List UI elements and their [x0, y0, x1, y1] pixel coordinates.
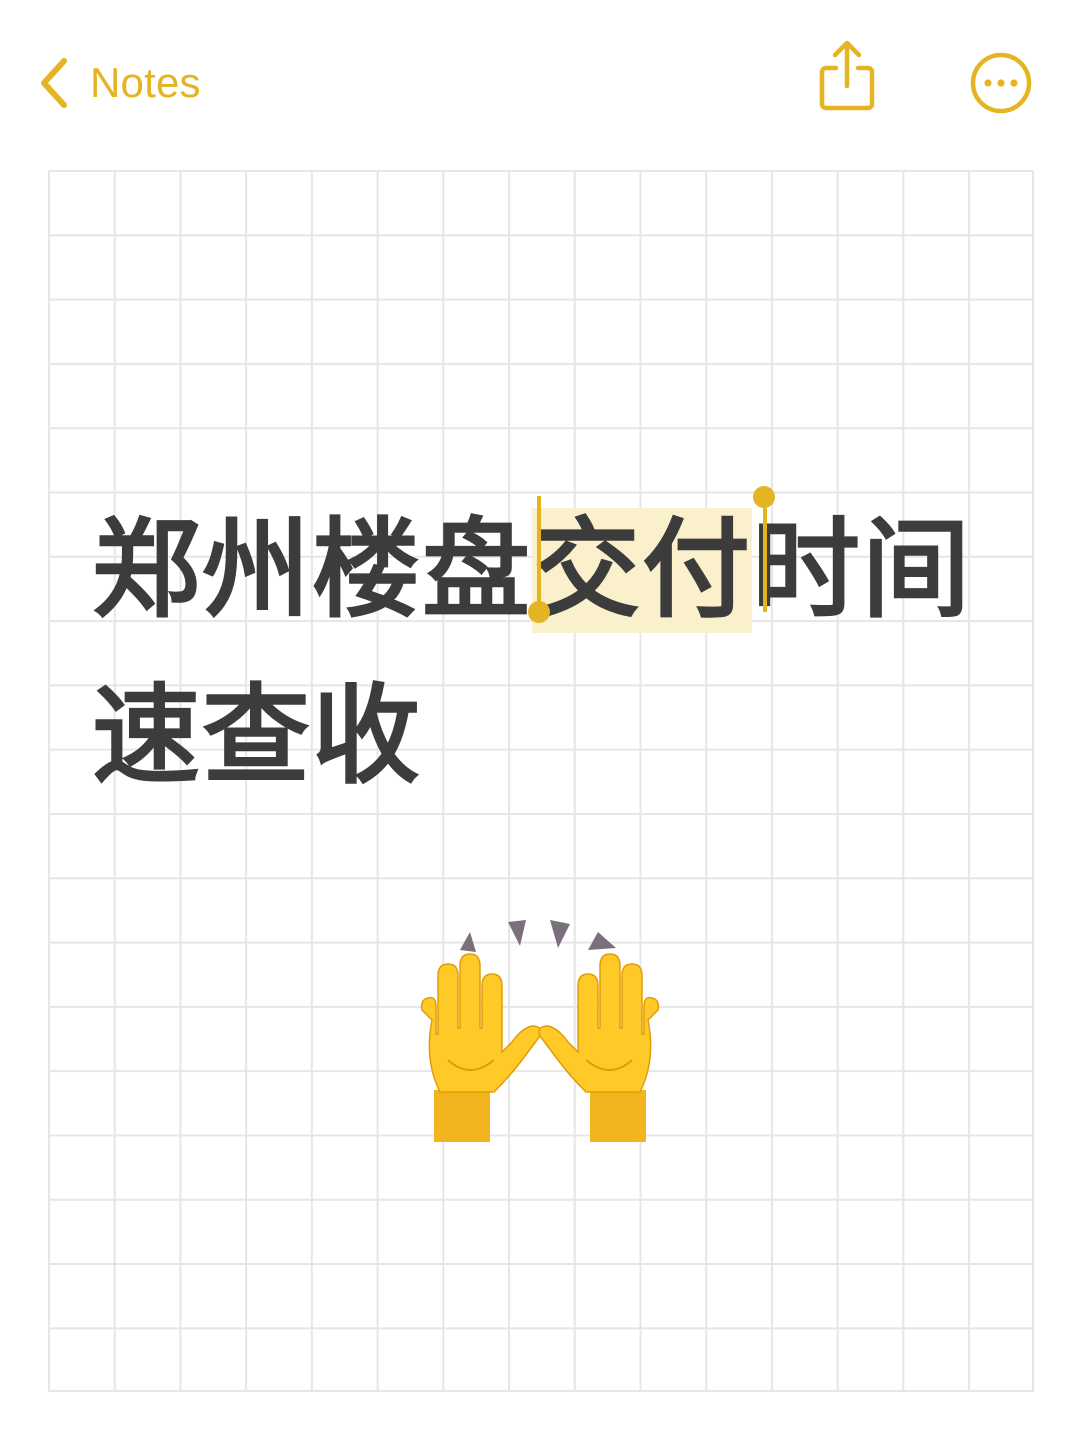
share-icon: [814, 40, 880, 118]
note-text-before-selection: 郑州楼盘: [92, 508, 533, 633]
selection-end-handle[interactable]: [753, 486, 775, 508]
notes-page: Notes 郑州楼盘交付时间 速查收: [0, 0, 1080, 1440]
more-options-button[interactable]: [968, 50, 1034, 116]
note-line-1: 郑州楼盘交付时间: [92, 488, 1012, 654]
raising-hands-emoji: [410, 910, 670, 1160]
share-button[interactable]: [814, 38, 880, 114]
selection-start-caret: [537, 496, 541, 608]
top-nav-bar: Notes: [0, 0, 1080, 160]
back-button-label: Notes: [90, 59, 201, 106]
selection-start-handle[interactable]: [528, 601, 550, 623]
note-body-text[interactable]: 郑州楼盘交付时间 速查收: [92, 488, 1012, 820]
note-text-after-selection: 时间: [752, 508, 973, 633]
note-line-2: 速查收: [92, 674, 423, 799]
ellipsis-circle-icon: [968, 52, 1034, 120]
selection-end-caret: [763, 500, 767, 612]
selected-text[interactable]: 交付: [532, 508, 753, 633]
chevron-left-icon: [36, 55, 72, 111]
back-button[interactable]: Notes: [36, 50, 201, 116]
